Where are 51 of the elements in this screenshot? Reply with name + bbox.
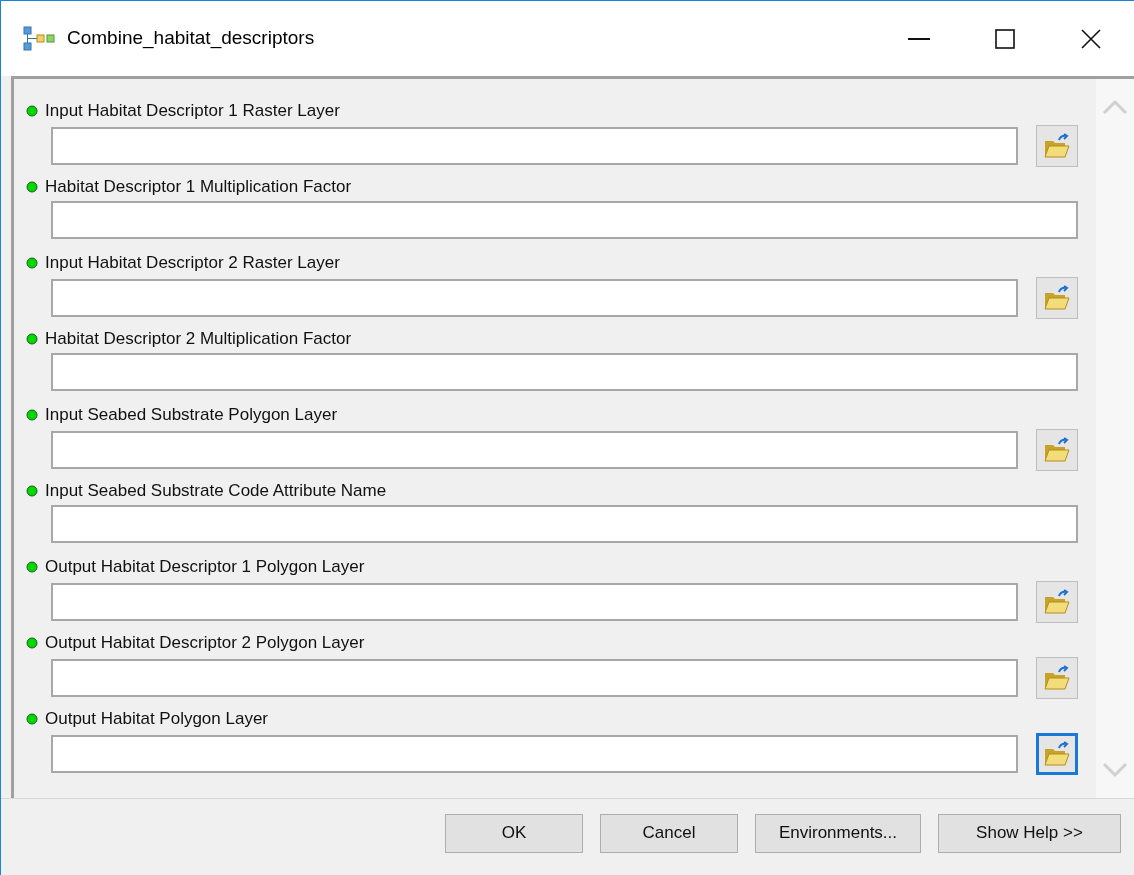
folder-icon [1043,285,1071,311]
input-field[interactable] [51,279,1018,317]
parameter-label: Input Seabed Substrate Code Attribute Name [45,480,387,503]
input-field[interactable] [51,505,1078,543]
required-dot-icon [26,181,38,193]
browse-button[interactable] [1036,733,1078,775]
window-title: Combine_habitat_descriptors [67,26,315,51]
scrollbar[interactable] [1096,79,1134,798]
dialog-button[interactable]: Environments... [755,813,921,853]
dialog-button[interactable]: Cancel [600,813,738,853]
parameter-label: Output Habitat Polygon Layer [45,708,269,731]
parameter-label: Habitat Descriptor 2 Multiplication Factor [45,328,352,351]
required-dot-icon [26,637,38,649]
required-dot-icon [26,257,38,269]
input-field[interactable] [51,353,1078,391]
parameter-label: Input Seabed Substrate Polygon Layer [45,404,338,427]
parameter-label: Output Habitat Descriptor 2 Polygon Layer [45,632,365,655]
folder-icon [1043,665,1071,691]
maximize-icon [995,28,1015,49]
scroll-down-icon[interactable] [1102,762,1128,778]
dialog-button[interactable]: OK [445,813,583,853]
parameter-label: Output Habitat Descriptor 1 Polygon Layer [45,556,365,579]
required-dot-icon [26,561,38,573]
input-field[interactable] [51,735,1018,773]
minimize-icon [908,37,930,40]
folder-icon [1043,589,1071,615]
required-dot-icon [26,105,38,117]
browse-button[interactable] [1036,125,1078,167]
required-dot-icon [26,333,38,345]
required-dot-icon [26,409,38,421]
parameter-label: Habitat Descriptor 1 Multiplication Factor [45,176,352,199]
browse-button[interactable] [1036,429,1078,471]
folder-icon [1043,437,1071,463]
browse-button[interactable] [1036,657,1078,699]
required-dot-icon [26,485,38,497]
folder-icon [1043,133,1071,159]
close-icon [1081,28,1101,49]
folder-icon [1043,741,1071,767]
required-dot-icon [26,713,38,725]
model-icon [23,25,57,52]
input-field[interactable] [51,201,1078,239]
input-field[interactable] [51,659,1018,697]
parameter-label: Input Habitat Descriptor 1 Raster Layer [45,100,340,123]
scroll-up-icon[interactable] [1102,99,1128,115]
input-field[interactable] [51,583,1018,621]
browse-button[interactable] [1036,277,1078,319]
input-field[interactable] [51,431,1018,469]
dialog-button[interactable]: Show Help >> [938,813,1121,853]
input-field[interactable] [51,127,1018,165]
browse-button[interactable] [1036,581,1078,623]
parameter-label: Input Habitat Descriptor 2 Raster Layer [45,252,340,275]
